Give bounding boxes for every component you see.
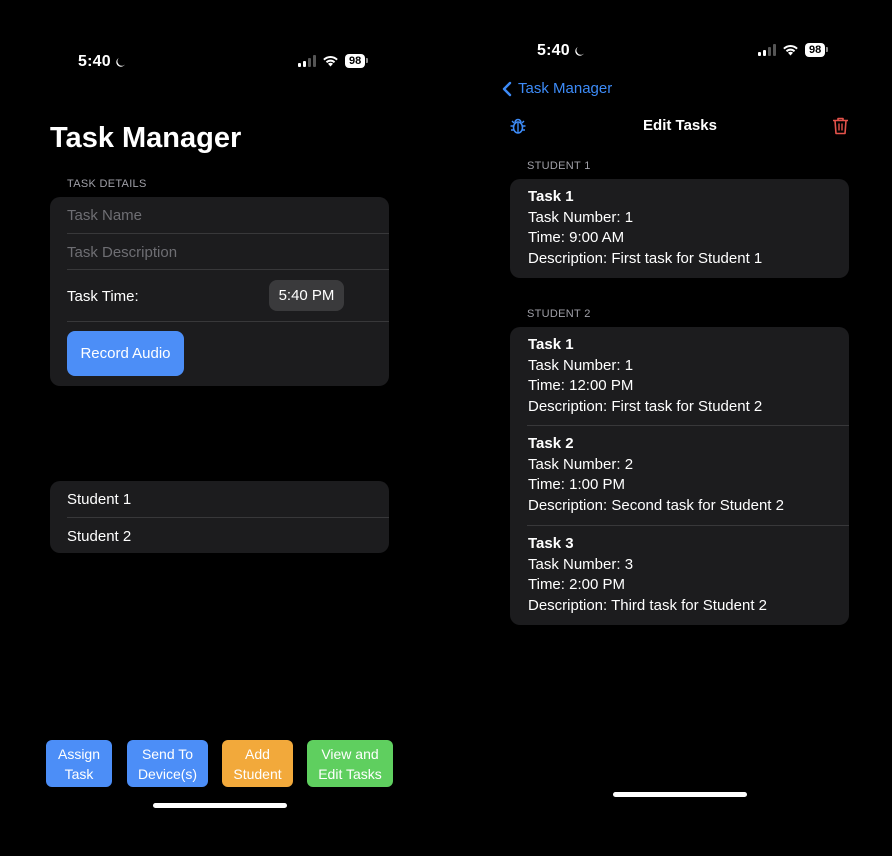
wifi-icon: [783, 44, 798, 56]
student-list-item[interactable]: Student 1: [67, 491, 389, 508]
task-time-picker[interactable]: 5:40 PM: [269, 280, 344, 311]
task-name-input[interactable]: Task Name: [67, 207, 389, 224]
cellular-signal-icon: [758, 44, 776, 56]
task-time: Time: 9:00 AM: [528, 229, 625, 246]
home-indicator[interactable]: [153, 803, 287, 808]
chevron-left-icon: [502, 81, 512, 96]
task-number: Task Number: 1: [528, 356, 634, 374]
task-description: Description: Third task for Student 2: [528, 596, 768, 614]
task-number: Task Number: 3: [528, 555, 634, 573]
task-number: Task Number: 2: [528, 455, 634, 473]
task-time: Time: 12:00 PM: [528, 377, 634, 394]
wifi-icon: [323, 55, 338, 67]
page-title: Task Manager: [50, 122, 242, 154]
record-audio-button[interactable]: Record Audio: [67, 331, 184, 376]
divider: [67, 321, 389, 322]
button-label-line: Device(s): [137, 765, 198, 782]
divider: [67, 233, 389, 234]
student-list: Student 1 Student 2: [50, 481, 389, 553]
task-list-item[interactable]: Task 1 Task Number: 1 Time: 9:00 AM Desc…: [528, 187, 762, 269]
task-description: Description: Second task for Student 2: [528, 496, 784, 514]
edit-tasks-screen: 5:40 98 Task Manager Edit Tasks STUDENT …: [460, 0, 892, 856]
task-list-item[interactable]: Task 2 Task Number: 2 Time: 1:00 PM Desc…: [528, 434, 784, 516]
back-button-label: Task Manager: [518, 80, 613, 97]
button-label-line: Add: [245, 745, 270, 762]
nav-title: Edit Tasks: [643, 117, 717, 134]
student-2-section-label: STUDENT 2: [527, 308, 591, 320]
status-bar-time: 5:40: [78, 53, 126, 71]
task-name: Task 1: [528, 188, 574, 205]
task-details-card: Task Name Task Description Task Time: 5:…: [50, 197, 389, 386]
student-list-item[interactable]: Student 2: [67, 528, 389, 545]
status-bar-icons: 98: [758, 43, 829, 57]
status-time-text: 5:40: [78, 53, 111, 70]
task-time: Time: 2:00 PM: [528, 576, 625, 593]
task-list-item[interactable]: Task 3 Task Number: 3 Time: 2:00 PM Desc…: [528, 534, 767, 616]
button-label-line: Task: [64, 765, 94, 782]
cellular-signal-icon: [298, 55, 316, 67]
assign-task-button[interactable]: Assign Task: [46, 740, 112, 787]
task-description: Description: First task for Student 2: [528, 397, 763, 415]
back-button[interactable]: Task Manager: [502, 80, 612, 97]
home-indicator[interactable]: [613, 792, 747, 797]
status-time-text: 5:40: [537, 42, 570, 59]
button-label-line: View and: [321, 745, 379, 762]
status-bar-icons: 98: [298, 54, 369, 68]
button-label-line: Edit Tasks: [318, 765, 382, 782]
button-label-line: Student: [233, 765, 282, 782]
task-manager-screen: 5:40 98 Task Manager TASK DETAILS Task N…: [0, 0, 440, 856]
trash-icon[interactable]: [832, 117, 849, 135]
send-to-devices-button[interactable]: Send To Device(s): [127, 740, 208, 787]
button-label-line: Send To: [141, 745, 194, 762]
task-description-input[interactable]: Task Description: [67, 244, 389, 261]
moon-icon: [116, 57, 125, 67]
student-1-task-list: Task 1 Task Number: 1 Time: 9:00 AM Desc…: [510, 179, 849, 278]
moon-icon: [575, 46, 584, 56]
view-and-edit-tasks-button[interactable]: View and Edit Tasks: [307, 740, 393, 787]
task-name: Task 3: [528, 535, 574, 552]
battery-indicator: 98: [345, 54, 369, 68]
divider: [527, 525, 849, 526]
task-list-item[interactable]: Task 1 Task Number: 1 Time: 12:00 PM Des…: [528, 335, 762, 417]
task-name: Task 2: [528, 435, 574, 452]
student-2-task-list: Task 1 Task Number: 1 Time: 12:00 PM Des…: [510, 327, 849, 625]
add-student-button[interactable]: Add Student: [222, 740, 293, 787]
task-time: Time: 1:00 PM: [528, 476, 625, 493]
battery-indicator: 98: [805, 43, 829, 57]
divider: [67, 517, 389, 518]
divider: [527, 425, 849, 426]
task-description: Description: First task for Student 1: [528, 249, 763, 267]
task-details-section-label: TASK DETAILS: [67, 178, 147, 190]
divider: [67, 269, 389, 270]
button-label-line: Assign: [57, 745, 101, 762]
task-name: Task 1: [528, 336, 574, 353]
status-bar-time: 5:40: [537, 42, 585, 60]
task-number: Task Number: 1: [528, 208, 634, 226]
student-1-section-label: STUDENT 1: [527, 160, 591, 172]
